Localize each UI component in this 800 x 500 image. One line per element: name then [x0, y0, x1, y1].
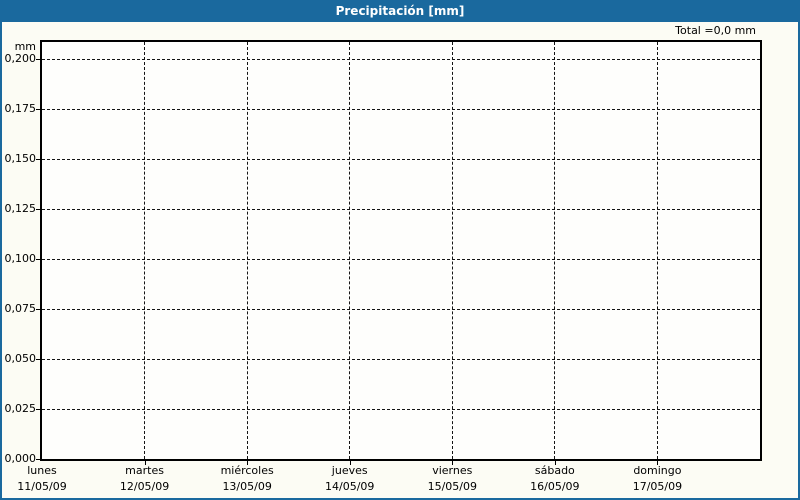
v-gridline: [554, 42, 556, 459]
h-gridline: [42, 408, 760, 410]
y-tick: [36, 309, 40, 310]
h-gridline: [42, 58, 760, 60]
y-tick: [36, 209, 40, 210]
y-tick: [36, 259, 40, 260]
h-gridline: [42, 158, 760, 160]
y-tick-label: 0,175: [4, 102, 37, 115]
y-tick: [36, 359, 40, 360]
v-gridline: [246, 42, 248, 459]
chart-title: Precipitación [mm]: [335, 4, 465, 18]
y-tick-label: 0,025: [4, 402, 37, 415]
y-tick: [36, 109, 40, 110]
chart-window: Precipitación [mm] Total =0,0 mm mm 0,20…: [0, 0, 800, 500]
plot-area: [40, 40, 762, 461]
y-tick-label: 0,150: [4, 152, 37, 165]
y-tick-label: 0,125: [4, 202, 37, 215]
total-label: Total =0,0 mm: [675, 24, 756, 37]
y-tick-label: 0,050: [4, 352, 37, 365]
x-day-label: domingo: [633, 464, 682, 477]
y-tick: [36, 59, 40, 60]
y-tick-label: 0,075: [4, 302, 37, 315]
h-gridline: [42, 308, 760, 310]
y-tick: [36, 159, 40, 160]
h-gridline: [42, 108, 760, 110]
h-gridline: [42, 358, 760, 360]
chart-title-bar: Precipitación [mm]: [2, 0, 798, 22]
y-tick-label: 0,200: [4, 52, 37, 65]
v-gridline: [349, 42, 351, 459]
y-tick-label: 0,100: [4, 252, 37, 265]
y-tick: [36, 409, 40, 410]
v-gridline: [451, 42, 453, 459]
y-tick: [36, 459, 40, 460]
h-gridline: [42, 208, 760, 210]
x-date-label: 17/05/09: [632, 480, 683, 493]
h-gridline: [42, 258, 760, 260]
v-gridline: [144, 42, 146, 459]
v-gridline: [656, 42, 658, 459]
